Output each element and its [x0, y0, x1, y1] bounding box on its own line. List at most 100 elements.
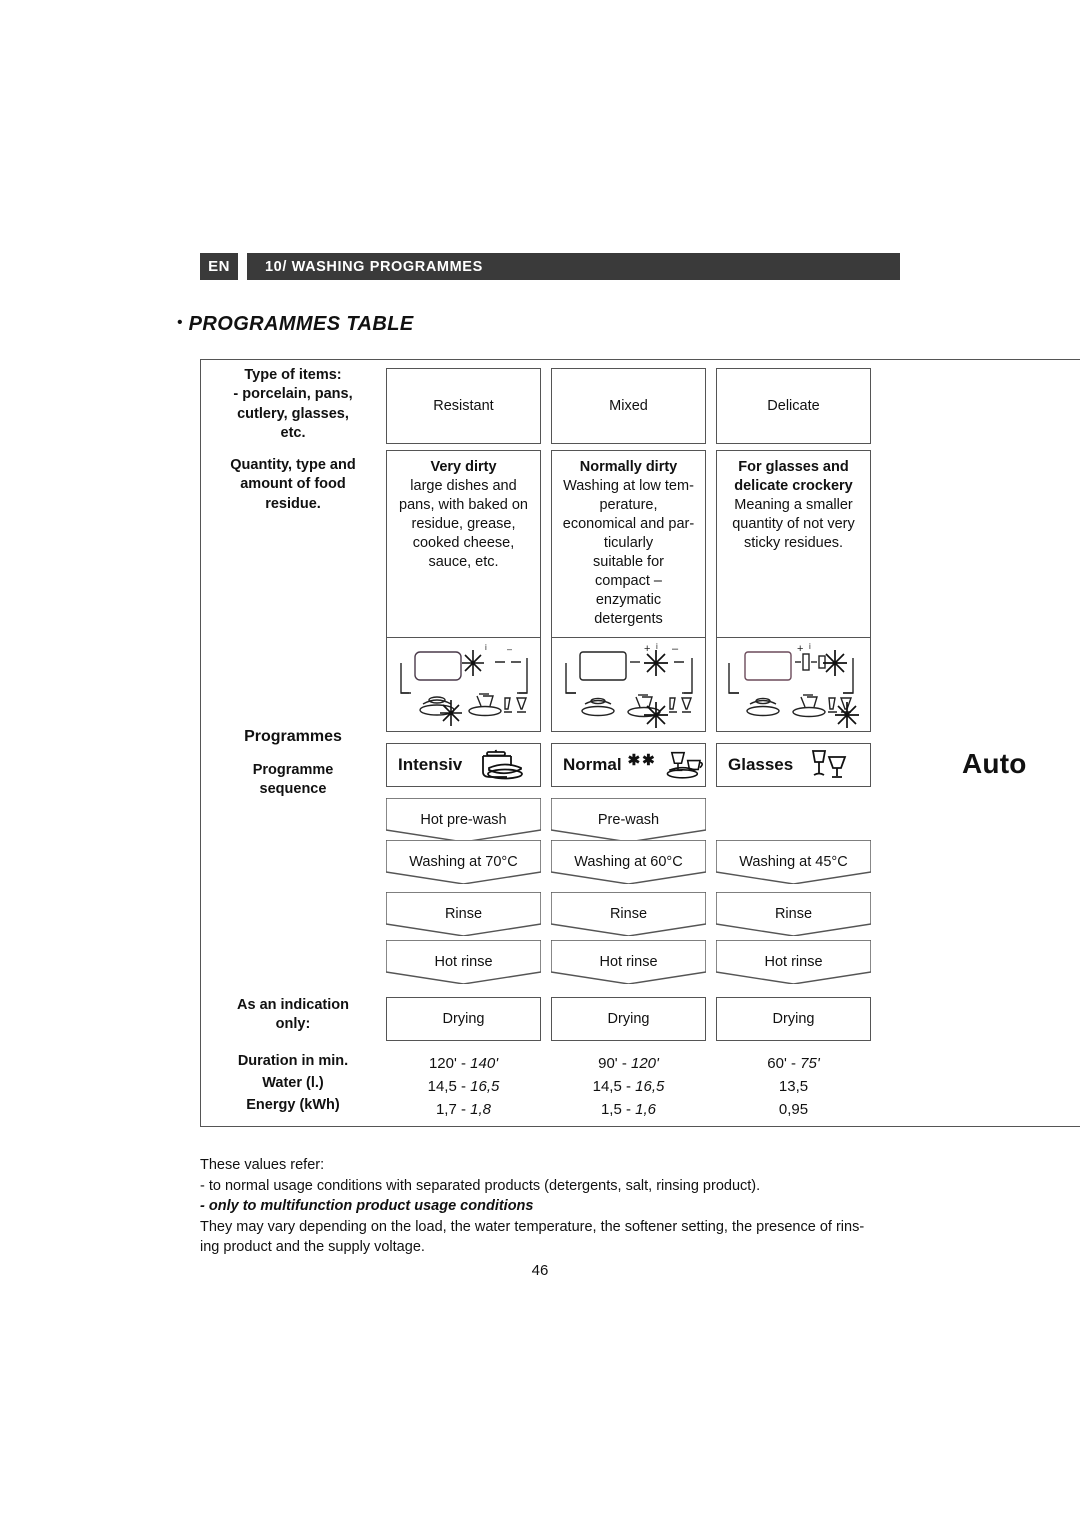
description-title: Very dirty	[430, 459, 497, 475]
note-line-2: - to normal usage conditions with separa…	[200, 1177, 761, 1194]
column-resistant: Resistant	[386, 368, 541, 444]
load-diagram-glasses: + i	[716, 637, 871, 732]
two-glasses-icon	[812, 750, 847, 778]
step-label: Drying	[442, 1011, 485, 1027]
description-title: For glasses and delicate crockery	[734, 459, 853, 494]
programme-label: Normal	[563, 755, 622, 774]
step-box: Rinse	[716, 892, 871, 936]
step-box: Washing at 60°C	[551, 840, 706, 884]
column-delicate: Delicate	[716, 368, 871, 444]
step-label: Drying	[607, 1011, 650, 1027]
programme-name-intensiv[interactable]: Intensiv	[386, 743, 541, 787]
value-water: 13,5	[716, 1076, 871, 1099]
description-body: large dishes and pans, with baked on res…	[399, 477, 528, 570]
values-resistant: 120' - 140' 14,5 - 16,5 1,7 - 1,8	[386, 1053, 541, 1121]
duration-plain: 90' -	[598, 1055, 631, 1072]
adjacent-page-word: Auto	[962, 748, 1027, 779]
step-label: Hot rinse	[434, 954, 493, 970]
step-box: Hot rinse	[551, 940, 706, 984]
water-italic: 16,5	[470, 1077, 500, 1095]
label-programme-sequence: Programme sequence	[252, 762, 334, 798]
step-label: Rinse	[774, 906, 813, 922]
programme-name-glasses[interactable]: Glasses	[716, 743, 871, 787]
value-water: 14,5 - 16,5	[386, 1076, 541, 1099]
label-quantity: Quantity, type and amount of food residu…	[230, 457, 356, 512]
load-diagram-intensive: i –	[386, 637, 541, 732]
step-box: Rinse	[386, 892, 541, 936]
step-label: Drying	[772, 1011, 815, 1027]
load-diagram-normal: + i –	[551, 637, 706, 732]
step-box: Rinse	[551, 892, 706, 936]
page-number: 46	[531, 1262, 549, 1279]
water-plain: 13,5	[778, 1077, 809, 1095]
pot-and-dish-icon	[482, 749, 524, 780]
description-body: Washing at low tem- perature, economical…	[562, 477, 695, 627]
chapter-title: 10/ WASHING PROGRAMMES	[247, 253, 900, 280]
value-duration: 90' - 120'	[551, 1053, 706, 1076]
load-diagram-normal-svg: + i –	[565, 642, 693, 728]
svg-text:i: i	[485, 643, 487, 652]
step-box: Hot rinse	[386, 940, 541, 984]
bullet-glyph: •	[177, 314, 183, 331]
value-energy: 1,7 - 1,8	[386, 1099, 541, 1122]
water-plain: 14,5 -	[427, 1077, 471, 1095]
energy-plain: 1,7 -	[435, 1100, 471, 1118]
energy-italic: 1,8	[470, 1100, 492, 1118]
glass-cup-plate-icon	[666, 751, 703, 779]
value-energy: 0,95	[716, 1099, 871, 1122]
step-label: Pre-wash	[597, 812, 660, 828]
step-box-drying: Drying	[551, 997, 706, 1041]
step-label: Hot rinse	[764, 954, 823, 970]
step-box: Washing at 70°C	[386, 840, 541, 884]
value-duration: 60' - 75'	[716, 1053, 871, 1076]
label-indication-only: As an indication only:	[237, 997, 349, 1033]
label-duration: Duration in min.	[237, 1053, 349, 1069]
duration-plain: 120' -	[428, 1055, 471, 1072]
footnotes: These values refer: - to normal usage co…	[200, 1155, 900, 1258]
energy-plain: 0,95	[778, 1100, 809, 1118]
svg-text:i: i	[656, 642, 658, 651]
note-line-1: These values refer:	[200, 1157, 325, 1173]
label-programmes: Programmes	[244, 728, 342, 745]
value-energy: 1,5 - 1,6	[551, 1099, 706, 1122]
duration-italic: 75'	[800, 1055, 820, 1072]
label-type-of-items: Type of items: - porcelain, pans, cutler…	[233, 367, 353, 441]
column-mixed: Mixed	[551, 368, 706, 444]
load-diagram-intensive-svg: i –	[400, 643, 528, 726]
load-diagram-glasses-svg: + i	[728, 642, 859, 728]
step-label: Washing at 45°C	[739, 854, 848, 870]
values-mixed: 90' - 120' 14,5 - 16,5 1,5 - 1,6	[551, 1053, 706, 1121]
chapter-header: EN 10/ WASHING PROGRAMMES	[200, 253, 900, 280]
note-line-4: They may vary depending on the load, the…	[200, 1218, 865, 1235]
programme-name-normal[interactable]: Normal ✱✱	[551, 743, 706, 787]
programme-label: Glasses	[728, 755, 794, 774]
section-title-text: PROGRAMMES TABLE	[188, 313, 414, 335]
svg-text:i: i	[809, 642, 811, 651]
step-label: Washing at 70°C	[409, 854, 518, 870]
step-label: Hot pre-wash	[420, 812, 507, 828]
energy-plain: 1,5 -	[600, 1100, 636, 1118]
water-plain: 14,5 -	[592, 1077, 636, 1095]
duration-italic: 140'	[470, 1055, 499, 1072]
language-chip: EN	[200, 253, 238, 280]
value-duration: 120' - 140'	[386, 1053, 541, 1076]
step-box: Pre-wash	[551, 798, 706, 842]
programme-stars: ✱✱	[627, 752, 657, 769]
description-title: Normally dirty	[579, 459, 678, 475]
programme-label: Intensiv	[398, 755, 463, 774]
step-box: Washing at 45°C	[716, 840, 871, 884]
step-label: Rinse	[444, 906, 483, 922]
water-italic: 16,5	[635, 1077, 665, 1095]
column-head: Mixed	[551, 368, 706, 444]
description-body: Meaning a smaller quantity of not very s…	[732, 496, 855, 551]
svg-text:–: –	[672, 643, 679, 655]
duration-plain: 60' -	[767, 1055, 801, 1072]
step-box: Hot rinse	[716, 940, 871, 984]
step-box-drying: Drying	[716, 997, 871, 1041]
column-head: Delicate	[716, 368, 871, 444]
label-water: Water (l.)	[262, 1075, 324, 1091]
column-head: Resistant	[386, 368, 541, 444]
svg-text:+: +	[797, 643, 803, 655]
energy-italic: 1,6	[635, 1100, 657, 1118]
step-label: Hot rinse	[599, 954, 658, 970]
